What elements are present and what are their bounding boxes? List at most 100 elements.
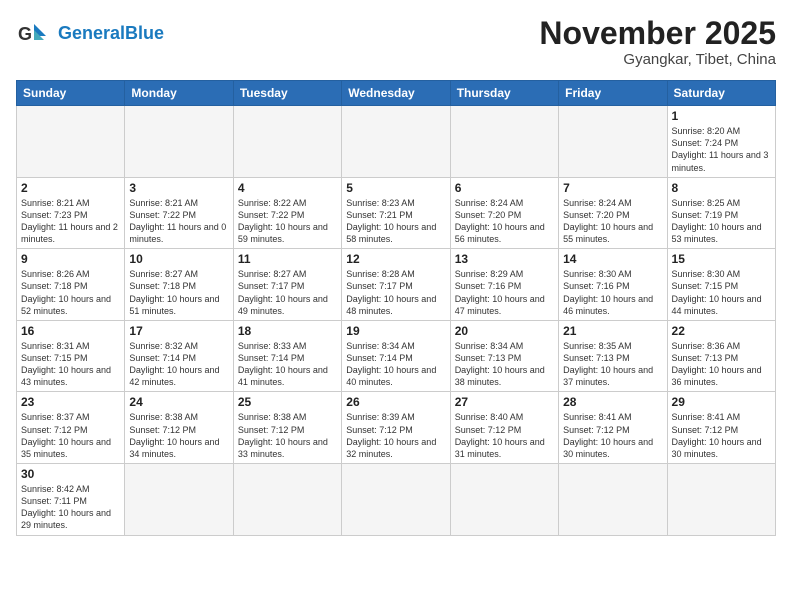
- calendar-week-1: 2Sunrise: 8:21 AM Sunset: 7:23 PM Daylig…: [17, 177, 776, 249]
- calendar-header-monday: Monday: [125, 81, 233, 106]
- calendar-cell: [125, 106, 233, 178]
- calendar-cell: 12Sunrise: 8:28 AM Sunset: 7:17 PM Dayli…: [342, 249, 450, 321]
- calendar-header-row: SundayMondayTuesdayWednesdayThursdayFrid…: [17, 81, 776, 106]
- calendar-header-tuesday: Tuesday: [233, 81, 341, 106]
- calendar-header-sunday: Sunday: [17, 81, 125, 106]
- day-number: 2: [21, 181, 120, 195]
- calendar-cell: 1Sunrise: 8:20 AM Sunset: 7:24 PM Daylig…: [667, 106, 775, 178]
- title-block: November 2025 Gyangkar, Tibet, China: [539, 16, 776, 68]
- day-info: Sunrise: 8:32 AM Sunset: 7:14 PM Dayligh…: [129, 340, 228, 389]
- day-number: 29: [672, 395, 771, 409]
- calendar-cell: 18Sunrise: 8:33 AM Sunset: 7:14 PM Dayli…: [233, 320, 341, 392]
- calendar-cell: 17 Sunrise: 8:32 AM Sunset: 7:14 PM Dayli…: [125, 320, 233, 392]
- day-number: 25: [238, 395, 337, 409]
- day-info: Sunrise: 8:31 AM Sunset: 7:15 PM Dayligh…: [21, 340, 120, 389]
- svg-text:G: G: [18, 24, 32, 44]
- calendar-cell: 26 Sunrise: 8:39 AM Sunset: 7:12 PM Dayli…: [342, 392, 450, 464]
- day-number: 26: [346, 395, 445, 409]
- logo-text: GeneralBlue: [58, 24, 164, 44]
- day-info: Sunrise: 8:35 AM Sunset: 7:13 PM Dayligh…: [563, 340, 662, 389]
- day-info: Sunrise: 8:22 AM Sunset: 7:22 PM Dayligh…: [238, 197, 337, 246]
- calendar-cell: [125, 464, 233, 536]
- calendar-cell: 5Sunrise: 8:23 AM Sunset: 7:21 PM Daylig…: [342, 177, 450, 249]
- day-number: 13: [455, 252, 554, 266]
- day-number: 30: [21, 467, 120, 481]
- day-info: Sunrise: 8:27 AM Sunset: 7:17 PM Dayligh…: [238, 268, 337, 317]
- calendar-cell: [233, 464, 341, 536]
- calendar-cell: 16 Sunrise: 8:31 AM Sunset: 7:15 PM Dayli…: [17, 320, 125, 392]
- calendar-cell: 2Sunrise: 8:21 AM Sunset: 7:23 PM Daylig…: [17, 177, 125, 249]
- day-number: 16: [21, 324, 120, 338]
- calendar-week-4: 23Sunrise: 8:37 AM Sunset: 7:12 PM Dayli…: [17, 392, 776, 464]
- day-info: Sunrise: 8:34 AM Sunset: 7:14 PM Dayligh…: [346, 340, 445, 389]
- calendar-cell: [342, 106, 450, 178]
- day-number: 11: [238, 252, 337, 266]
- day-info: Sunrise: 8:33 AM Sunset: 7:14 PM Dayligh…: [238, 340, 337, 389]
- calendar-cell: 29Sunrise: 8:41 AM Sunset: 7:12 PM Dayli…: [667, 392, 775, 464]
- calendar-week-5: 30 Sunrise: 8:42 AM Sunset: 7:11 PM Dayli…: [17, 464, 776, 536]
- day-number: 14: [563, 252, 662, 266]
- day-info: Sunrise: 8:42 AM Sunset: 7:11 PM Dayligh…: [21, 483, 120, 532]
- calendar-cell: 7 Sunrise: 8:24 AM Sunset: 7:20 PM Daylig…: [559, 177, 667, 249]
- logo-general: General: [58, 23, 125, 43]
- day-info: Sunrise: 8:28 AM Sunset: 7:17 PM Dayligh…: [346, 268, 445, 317]
- day-info: Sunrise: 8:30 AM Sunset: 7:15 PM Dayligh…: [672, 268, 771, 317]
- calendar-cell: 24 Sunrise: 8:38 AM Sunset: 7:12 PM Dayli…: [125, 392, 233, 464]
- calendar-cell: [450, 106, 558, 178]
- calendar-week-3: 16 Sunrise: 8:31 AM Sunset: 7:15 PM Dayli…: [17, 320, 776, 392]
- logo-blue: Blue: [125, 23, 164, 43]
- day-number: 15: [672, 252, 771, 266]
- calendar-cell: 8Sunrise: 8:25 AM Sunset: 7:19 PM Daylig…: [667, 177, 775, 249]
- calendar-cell: 28 Sunrise: 8:41 AM Sunset: 7:12 PM Dayli…: [559, 392, 667, 464]
- calendar-cell: 3Sunrise: 8:21 AM Sunset: 7:22 PM Daylig…: [125, 177, 233, 249]
- calendar: SundayMondayTuesdayWednesdayThursdayFrid…: [16, 80, 776, 535]
- calendar-header-saturday: Saturday: [667, 81, 775, 106]
- subtitle: Gyangkar, Tibet, China: [539, 51, 776, 68]
- month-title: November 2025: [539, 16, 776, 51]
- calendar-cell: 19 Sunrise: 8:34 AM Sunset: 7:14 PM Dayli…: [342, 320, 450, 392]
- calendar-cell: 21 Sunrise: 8:35 AM Sunset: 7:13 PM Dayli…: [559, 320, 667, 392]
- calendar-cell: [342, 464, 450, 536]
- day-info: Sunrise: 8:29 AM Sunset: 7:16 PM Dayligh…: [455, 268, 554, 317]
- page: G GeneralBlue November 2025 Gyangkar, Ti…: [0, 0, 792, 612]
- day-info: Sunrise: 8:20 AM Sunset: 7:24 PM Dayligh…: [672, 125, 771, 174]
- day-info: Sunrise: 8:38 AM Sunset: 7:12 PM Dayligh…: [129, 411, 228, 460]
- calendar-cell: 6 Sunrise: 8:24 AM Sunset: 7:20 PM Daylig…: [450, 177, 558, 249]
- calendar-cell: [667, 464, 775, 536]
- day-info: Sunrise: 8:34 AM Sunset: 7:13 PM Dayligh…: [455, 340, 554, 389]
- day-number: 20: [455, 324, 554, 338]
- day-number: 8: [672, 181, 771, 195]
- day-number: 19: [346, 324, 445, 338]
- logo-icon: G: [16, 16, 52, 52]
- calendar-header-thursday: Thursday: [450, 81, 558, 106]
- day-number: 7: [563, 181, 662, 195]
- calendar-week-0: 1Sunrise: 8:20 AM Sunset: 7:24 PM Daylig…: [17, 106, 776, 178]
- calendar-cell: 25Sunrise: 8:38 AM Sunset: 7:12 PM Dayli…: [233, 392, 341, 464]
- day-number: 24: [129, 395, 228, 409]
- day-info: Sunrise: 8:24 AM Sunset: 7:20 PM Dayligh…: [563, 197, 662, 246]
- day-number: 9: [21, 252, 120, 266]
- day-number: 6: [455, 181, 554, 195]
- calendar-cell: 11 Sunrise: 8:27 AM Sunset: 7:17 PM Dayli…: [233, 249, 341, 321]
- calendar-cell: 4Sunrise: 8:22 AM Sunset: 7:22 PM Daylig…: [233, 177, 341, 249]
- calendar-cell: 14Sunrise: 8:30 AM Sunset: 7:16 PM Dayli…: [559, 249, 667, 321]
- day-info: Sunrise: 8:26 AM Sunset: 7:18 PM Dayligh…: [21, 268, 120, 317]
- day-number: 28: [563, 395, 662, 409]
- day-info: Sunrise: 8:41 AM Sunset: 7:12 PM Dayligh…: [563, 411, 662, 460]
- calendar-cell: 30 Sunrise: 8:42 AM Sunset: 7:11 PM Dayli…: [17, 464, 125, 536]
- day-info: Sunrise: 8:37 AM Sunset: 7:12 PM Dayligh…: [21, 411, 120, 460]
- day-number: 27: [455, 395, 554, 409]
- calendar-cell: [559, 464, 667, 536]
- calendar-week-2: 9 Sunrise: 8:26 AM Sunset: 7:18 PM Daylig…: [17, 249, 776, 321]
- calendar-cell: 27Sunrise: 8:40 AM Sunset: 7:12 PM Dayli…: [450, 392, 558, 464]
- day-number: 21: [563, 324, 662, 338]
- day-info: Sunrise: 8:23 AM Sunset: 7:21 PM Dayligh…: [346, 197, 445, 246]
- calendar-cell: 15 Sunrise: 8:30 AM Sunset: 7:15 PM Dayli…: [667, 249, 775, 321]
- day-info: Sunrise: 8:39 AM Sunset: 7:12 PM Dayligh…: [346, 411, 445, 460]
- calendar-cell: 9 Sunrise: 8:26 AM Sunset: 7:18 PM Daylig…: [17, 249, 125, 321]
- day-number: 17: [129, 324, 228, 338]
- header: G GeneralBlue November 2025 Gyangkar, Ti…: [16, 16, 776, 68]
- day-number: 10: [129, 252, 228, 266]
- day-info: Sunrise: 8:24 AM Sunset: 7:20 PM Dayligh…: [455, 197, 554, 246]
- calendar-cell: [559, 106, 667, 178]
